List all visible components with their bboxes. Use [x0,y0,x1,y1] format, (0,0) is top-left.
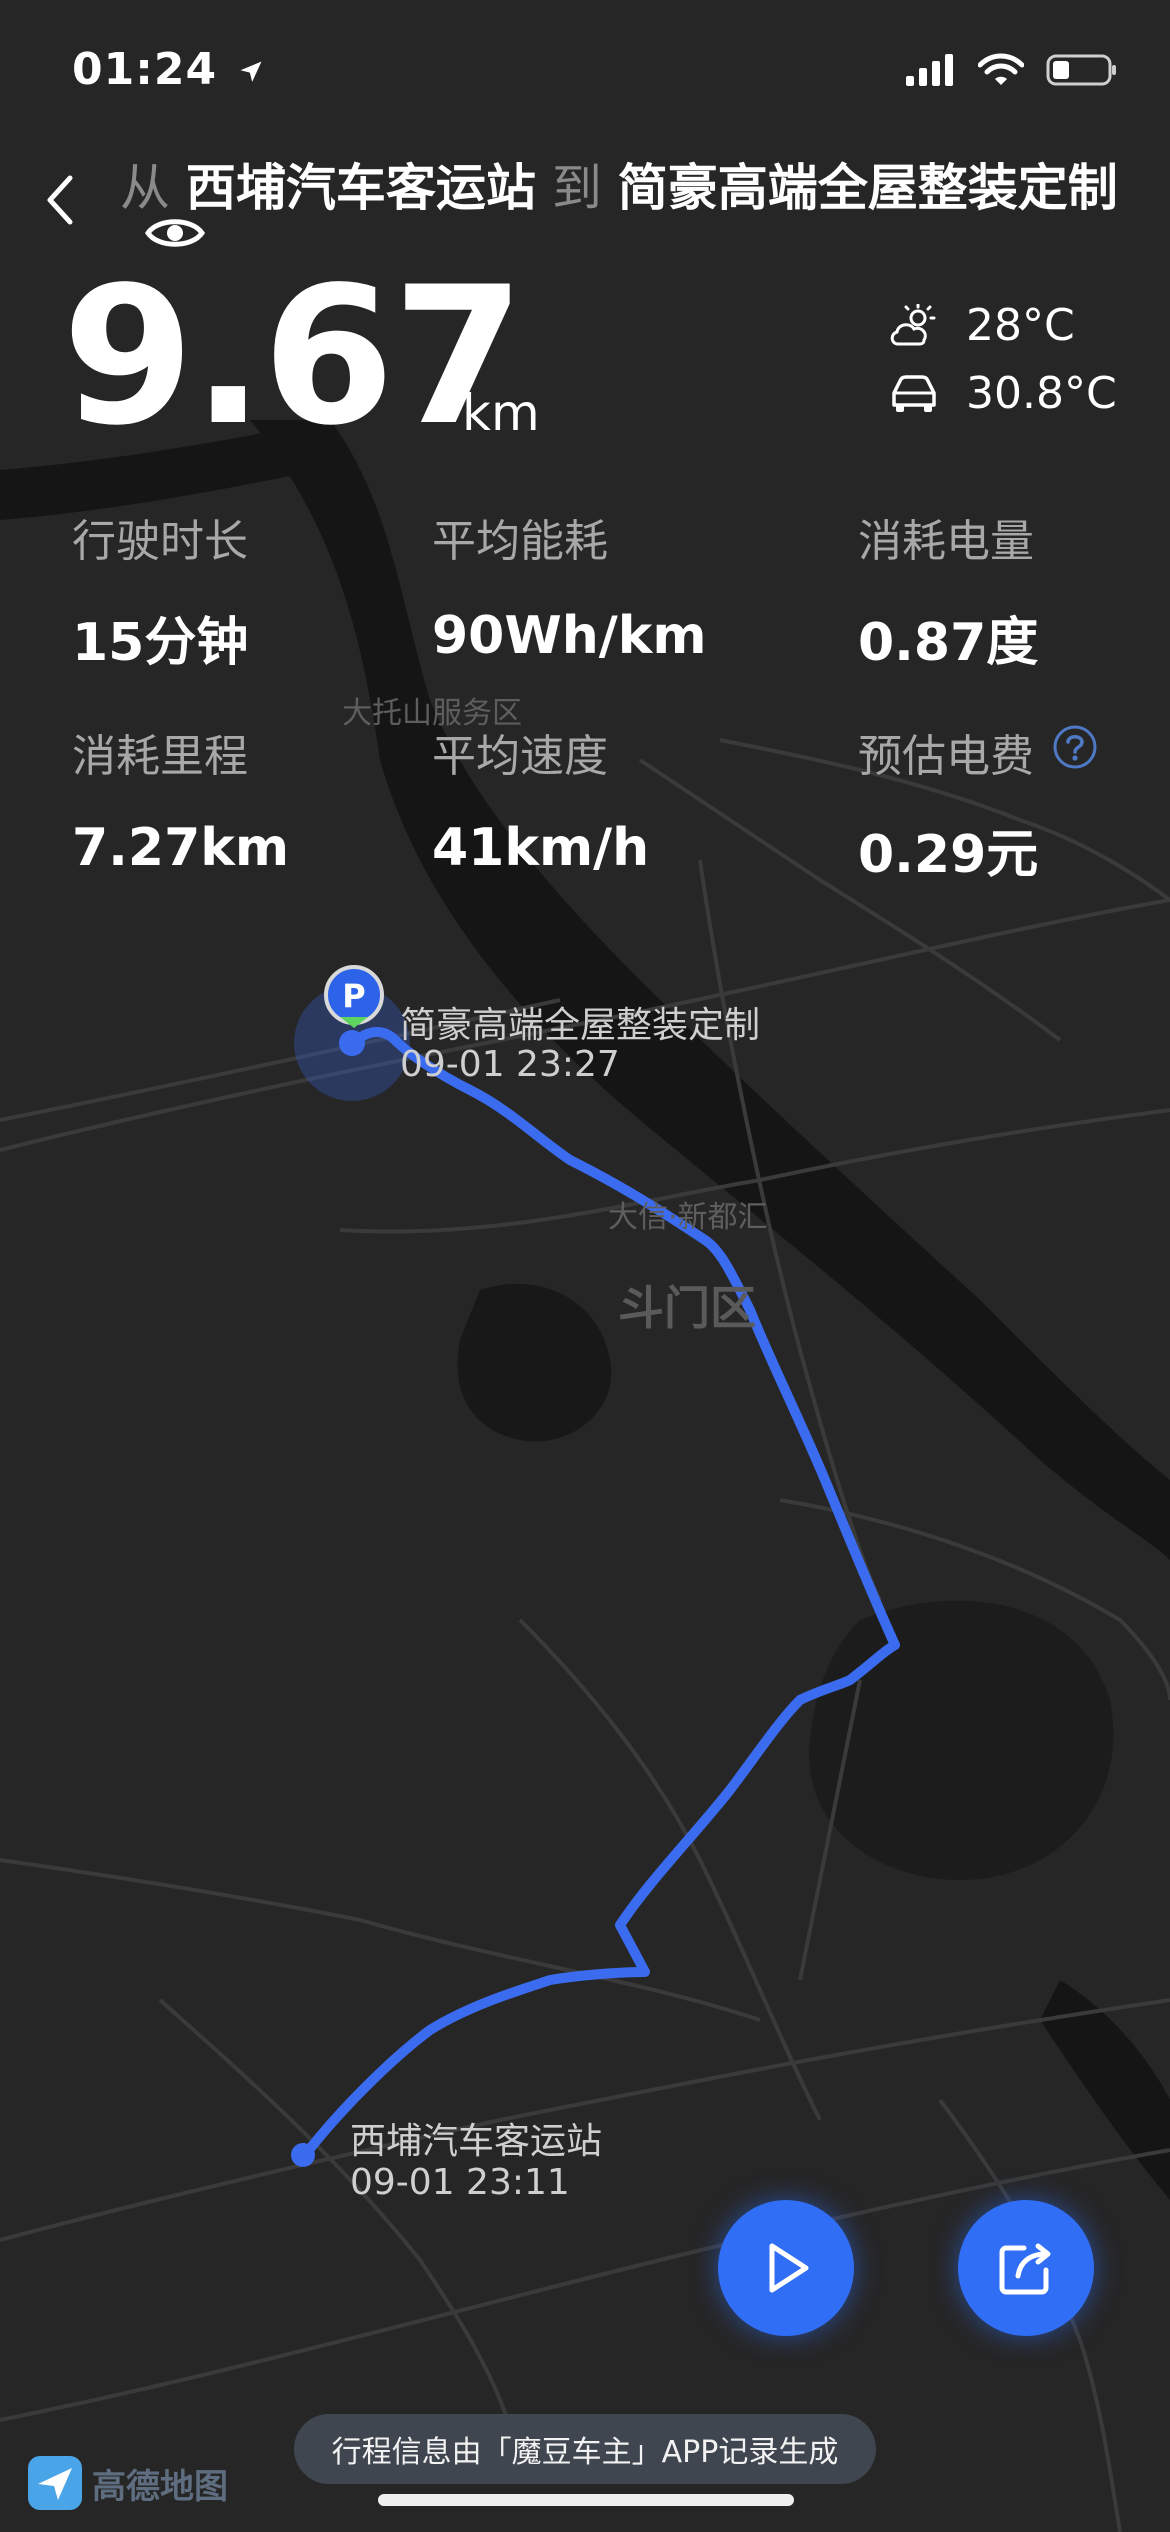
share-icon [999,2243,1051,2295]
end-dot [339,1030,365,1056]
play-icon [769,2243,809,2293]
eye-icon[interactable] [144,210,206,256]
hill [809,1600,1114,1880]
play-replay-button[interactable] [718,2200,854,2336]
start-dot [291,2143,315,2167]
help-question-icon[interactable] [1052,724,1098,770]
parking-pin-label: P [342,977,365,1015]
back-chevron-icon[interactable] [40,170,86,230]
share-button[interactable] [958,2200,1094,2336]
route-map[interactable]: P [0,0,1170,2532]
